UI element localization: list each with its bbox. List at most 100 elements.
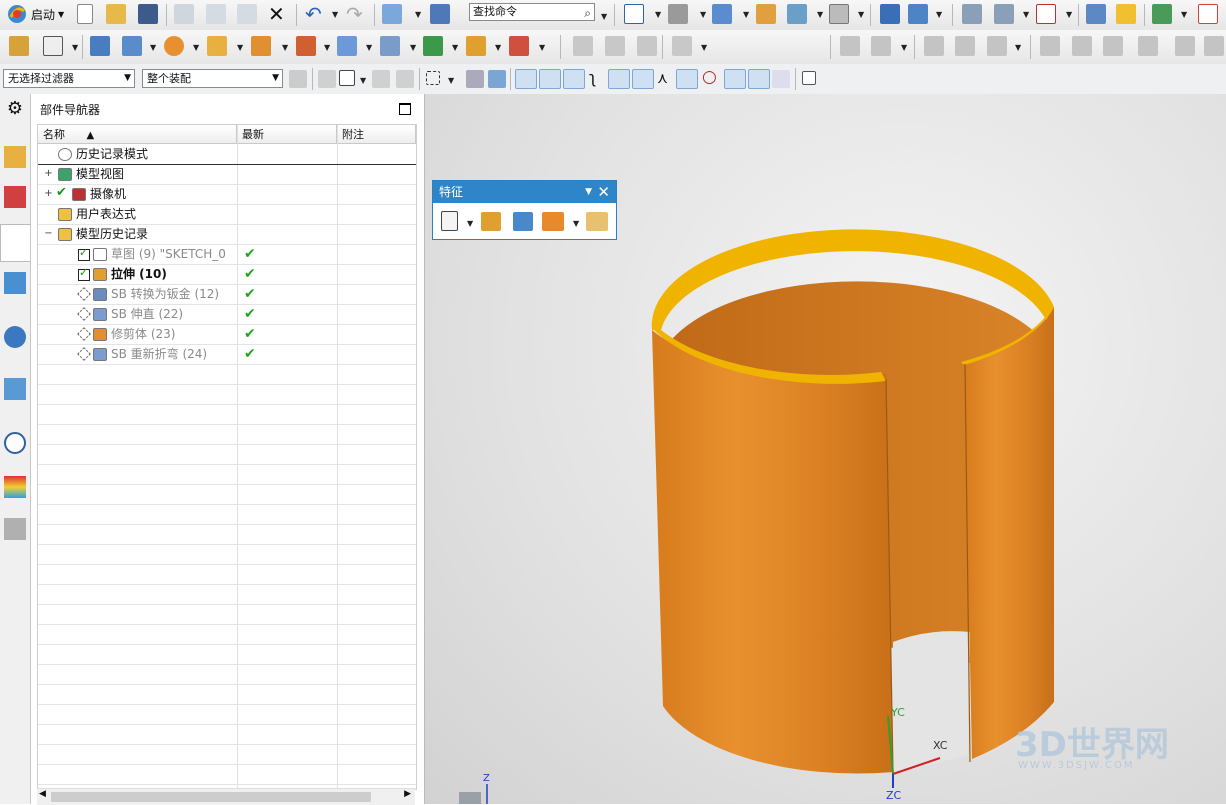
information-icon[interactable] xyxy=(430,4,450,24)
redo-icon[interactable]: ↷ xyxy=(346,2,363,26)
assembly-navigator-icon[interactable] xyxy=(4,146,26,168)
selection-scope-select[interactable]: 整个装配 ▼ xyxy=(142,69,283,88)
wcs-icon[interactable] xyxy=(908,4,928,24)
stack-icon[interactable] xyxy=(1072,36,1092,56)
constraint-navigator-icon[interactable] xyxy=(4,186,26,208)
type-filter-select[interactable]: 无选择过滤器 ▼ xyxy=(3,69,135,88)
horizontal-scrollbar[interactable]: ◀ ▶ xyxy=(37,788,415,805)
tab-flange-icon[interactable] xyxy=(90,36,110,56)
clock-history-icon[interactable] xyxy=(4,432,26,454)
spline-icon[interactable] xyxy=(955,36,975,56)
view-orientation-icon[interactable] xyxy=(712,4,732,24)
column-header-name[interactable]: 名称 ▲ xyxy=(38,125,237,144)
feature-filter-icon[interactable] xyxy=(318,70,336,88)
extrude-tool-icon[interactable] xyxy=(251,36,271,56)
emboss-icon[interactable] xyxy=(207,36,227,56)
snap-endpoint-icon[interactable] xyxy=(515,69,537,89)
flat-pattern-icon[interactable] xyxy=(337,36,357,56)
select-face-icon[interactable] xyxy=(466,70,484,88)
pattern-icon[interactable] xyxy=(672,36,692,56)
snap-line-icon[interactable] xyxy=(539,69,561,89)
start-menu-button[interactable]: 启动 ▼ xyxy=(6,3,64,25)
copy-icon[interactable] xyxy=(206,4,226,24)
visible-check-icon[interactable]: ✔ xyxy=(56,185,67,200)
datum-plane-icon[interactable] xyxy=(43,36,63,56)
library-icon[interactable] xyxy=(1103,36,1123,56)
snap-quadrant-icon[interactable]: ○ xyxy=(702,67,717,87)
snap-on-curve-icon[interactable] xyxy=(748,69,770,89)
snap-spline-icon[interactable] xyxy=(632,69,654,89)
motion-icon[interactable] xyxy=(1152,4,1172,24)
part-navigator-tab-icon[interactable] xyxy=(0,224,30,262)
suppress-checkbox[interactable] xyxy=(78,266,90,281)
tree-row[interactable]: + ✔ 摄像机 xyxy=(38,185,416,205)
snap-curve-icon[interactable]: ʅ xyxy=(589,68,596,87)
curve-icon[interactable] xyxy=(924,36,944,56)
column-header-notes[interactable]: 附注 xyxy=(337,125,416,144)
tree-row[interactable]: SB 伸直 (22) ✔ xyxy=(38,305,416,325)
hole-feature-icon[interactable] xyxy=(542,212,564,231)
tree-row[interactable]: 草图 (9) "SKETCH_0 ✔ xyxy=(38,245,416,265)
suppress-checkbox[interactable] xyxy=(78,246,90,261)
snap-view-icon[interactable] xyxy=(880,4,900,24)
block-feature-icon[interactable] xyxy=(586,212,608,231)
boolean-icon[interactable] xyxy=(423,36,443,56)
fit-view-icon[interactable] xyxy=(624,4,644,24)
general-filter-icon[interactable] xyxy=(289,70,307,88)
revolve-feature-icon[interactable] xyxy=(513,212,533,231)
tree-row[interactable]: 拉伸 (10) ✔ xyxy=(38,265,416,285)
washer-icon[interactable] xyxy=(637,36,657,56)
close-icon[interactable]: ✕ xyxy=(597,181,610,203)
toolbar-menu-icon[interactable]: ▼ xyxy=(585,181,592,203)
delete-icon[interactable]: ✕ xyxy=(268,2,285,26)
selection-icon[interactable] xyxy=(382,4,402,24)
save-icon[interactable] xyxy=(138,4,158,24)
expand-toggle[interactable]: + xyxy=(44,169,53,179)
offset-icon[interactable] xyxy=(509,36,529,56)
mold-icon[interactable] xyxy=(840,36,860,56)
tree-row[interactable]: SB 转换为钣金 (12) ✔ xyxy=(38,285,416,305)
snap-intersection-icon[interactable] xyxy=(608,69,630,89)
sketch-tool-icon[interactable] xyxy=(9,36,29,56)
snap-center-icon[interactable] xyxy=(676,69,698,89)
spring-icon[interactable] xyxy=(605,36,625,56)
grid-snap-icon[interactable] xyxy=(802,71,816,85)
paste-icon[interactable] xyxy=(237,4,257,24)
snap-point-icon[interactable] xyxy=(724,69,746,89)
expand-toggle[interactable]: + xyxy=(44,189,53,199)
tree-row[interactable]: SB 重新折弯 (24) ✔ xyxy=(38,345,416,365)
measure-icon[interactable] xyxy=(1036,4,1056,24)
dimension-icon[interactable] xyxy=(987,36,1007,56)
expand-toggle[interactable]: − xyxy=(44,229,53,239)
tool-icon[interactable] xyxy=(1204,36,1224,56)
undo-icon[interactable]: ↶ xyxy=(305,2,322,26)
drafting-icon[interactable] xyxy=(1040,36,1060,56)
tree-row[interactable]: 修剪体 (23) ✔ xyxy=(38,325,416,345)
new-file-icon[interactable] xyxy=(77,4,93,24)
tree-row[interactable]: 用户表达式 xyxy=(38,205,416,225)
snap-face-icon[interactable] xyxy=(772,70,790,88)
cavity-icon[interactable] xyxy=(871,36,891,56)
analysis-icon[interactable] xyxy=(1086,4,1106,24)
bend-icon[interactable] xyxy=(122,36,142,56)
maximize-icon[interactable] xyxy=(399,103,411,115)
tree-row[interactable]: + 模型视图 xyxy=(38,165,416,185)
box-select-icon[interactable] xyxy=(426,71,440,85)
component-icon[interactable] xyxy=(994,4,1014,24)
corner-icon[interactable] xyxy=(296,36,316,56)
trim-icon[interactable] xyxy=(466,36,486,56)
settings-gear-icon[interactable]: ⚙ xyxy=(4,98,26,120)
stop-at-intersection-icon[interactable] xyxy=(396,70,414,88)
section-view-icon[interactable] xyxy=(787,4,807,24)
hole-icon[interactable] xyxy=(164,36,184,56)
snap-midpoint-icon[interactable] xyxy=(563,69,585,89)
weld-icon[interactable] xyxy=(1175,36,1195,56)
reuse-library-icon[interactable] xyxy=(4,272,26,294)
sketch-feature-icon[interactable] xyxy=(441,211,458,231)
assembly-icon[interactable] xyxy=(962,4,982,24)
thread-icon[interactable] xyxy=(573,36,593,56)
cut-icon[interactable] xyxy=(174,4,194,24)
select-body-icon[interactable] xyxy=(488,70,506,88)
layer-icon[interactable] xyxy=(756,4,776,24)
extrude-feature-icon[interactable] xyxy=(481,212,501,231)
